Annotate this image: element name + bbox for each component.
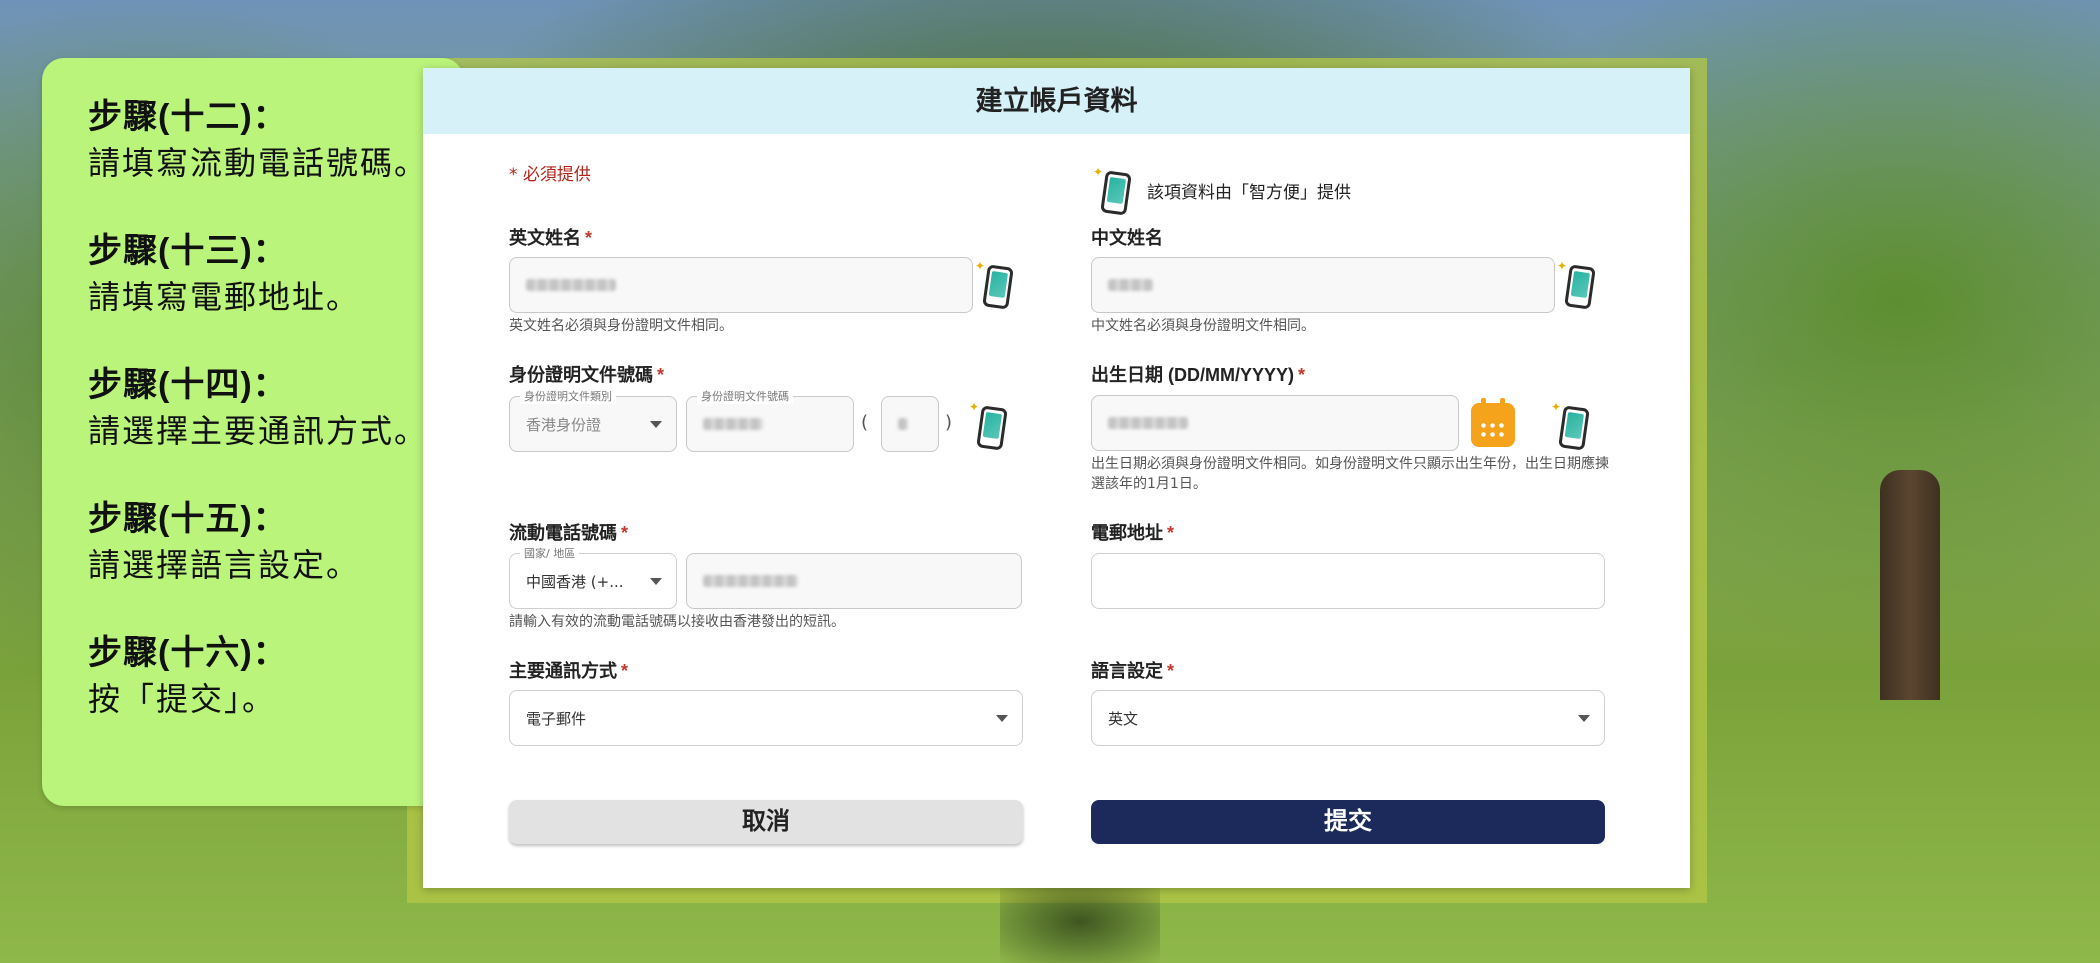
language-label: 語言設定 * (1091, 661, 1175, 681)
submit-button[interactable]: 提交 (1091, 800, 1605, 844)
language-select[interactable]: 英文 (1091, 690, 1605, 746)
cancel-button[interactable]: 取消 (509, 800, 1023, 844)
iamsmart-icon: ✦ (975, 260, 1017, 310)
chevron-down-icon (1578, 715, 1590, 722)
id-number-label: 身份證明文件號碼 * (509, 365, 665, 385)
step-title: 步驟(十二)： (88, 98, 288, 136)
dob-hint: 出生日期必須與身份證明文件相同。如身份證明文件只顯示出生年份，出生日期應揀選該年… (1091, 456, 1609, 492)
step-title: 步驟(十三)： (88, 232, 288, 270)
form-title: 建立帳戶資料 (423, 68, 1690, 134)
check-digit-paren-open: ( (861, 412, 869, 433)
check-digit-paren-close: ) (945, 412, 953, 433)
id-number-input[interactable]: 身份證明文件號碼 (686, 388, 854, 452)
instruction-step: 步驟(十六)： 按「提交」。 (88, 630, 464, 722)
iamsmart-note: 該項資料由「智方便」提供 (1147, 183, 1351, 203)
chevron-down-icon (650, 421, 662, 428)
contact-method-select[interactable]: 電子郵件 (509, 690, 1023, 746)
check-digit-input[interactable] (881, 396, 939, 452)
iamsmart-icon: ✦ (1551, 401, 1593, 451)
instruction-step: 步驟(十五)： 請選擇語言設定。 (88, 496, 464, 588)
id-type-value: 香港身份證 (526, 415, 602, 434)
english-name-label: 英文姓名 * (509, 228, 593, 248)
country-code-value: 中國香港 (+... (526, 572, 624, 591)
chinese-name-hint: 中文姓名必須與身份證明文件相同。 (1091, 318, 1315, 334)
step-text: 請填寫流動電話號碼。 (88, 145, 429, 181)
calendar-icon[interactable] (1471, 398, 1515, 447)
instruction-bubble: 步驟(十二)： 請填寫流動電話號碼。 步驟(十三)： 請填寫電郵地址。 步驟(十… (42, 58, 464, 806)
email-input[interactable] (1091, 553, 1605, 609)
dob-input[interactable] (1091, 395, 1459, 451)
instruction-step: 步驟(十四)： 請選擇主要通訊方式。 (88, 362, 464, 454)
iamsmart-icon: ✦ (969, 401, 1011, 451)
chevron-down-icon (650, 578, 662, 585)
dob-label: 出生日期 (DD/MM/YYYY) * (1091, 365, 1306, 385)
contact-method-label: 主要通訊方式 * (509, 661, 629, 681)
english-name-input[interactable] (509, 257, 973, 313)
id-type-select[interactable]: 身份證明文件類別 香港身份證 (509, 388, 677, 452)
language-value: 英文 (1108, 709, 1139, 728)
chinese-name-input[interactable] (1091, 257, 1555, 313)
background-tree-trunk (1880, 470, 1940, 700)
id-type-float-label: 身份證明文件類別 (520, 388, 616, 404)
step-text: 按「提交」。 (88, 681, 277, 717)
step-title: 步驟(十四)： (88, 366, 288, 404)
mobile-label: 流動電話號碼 * (509, 523, 629, 543)
country-code-float-label: 國家/ 地區 (520, 545, 580, 561)
iamsmart-icon: ✦ (1557, 260, 1599, 310)
country-code-select[interactable]: 國家/ 地區 中國香港 (+... (509, 545, 677, 609)
account-form-card: 建立帳戶資料 * 必須提供 ✦ 該項資料由「智方便」提供 英文姓名 * ✦ 英文姓… (423, 68, 1690, 888)
step-text: 請選擇主要通訊方式。 (88, 413, 429, 449)
step-text: 請選擇語言設定。 (88, 547, 361, 583)
id-number-float-label: 身份證明文件號碼 (697, 388, 793, 404)
chevron-down-icon (996, 715, 1008, 722)
background-tree-shadow (1000, 880, 1160, 963)
instruction-step: 步驟(十二)： 請填寫流動電話號碼。 (88, 94, 464, 186)
contact-method-value: 電子郵件 (526, 709, 587, 728)
english-name-hint: 英文姓名必須與身份證明文件相同。 (509, 318, 733, 334)
step-title: 步驟(十五)： (88, 500, 288, 538)
mobile-number-input[interactable] (686, 553, 1022, 609)
required-note: * 必須提供 (509, 165, 591, 185)
step-title: 步驟(十六)： (88, 634, 288, 672)
email-label: 電郵地址 * (1091, 523, 1175, 543)
chinese-name-label: 中文姓名 (1091, 228, 1163, 248)
step-text: 請填寫電郵地址。 (88, 279, 361, 315)
iamsmart-icon: ✦ (1093, 166, 1135, 216)
mobile-hint: 請輸入有效的流動電話號碼以接收由香港發出的短訊。 (509, 614, 845, 630)
instruction-step: 步驟(十三)： 請填寫電郵地址。 (88, 228, 464, 320)
